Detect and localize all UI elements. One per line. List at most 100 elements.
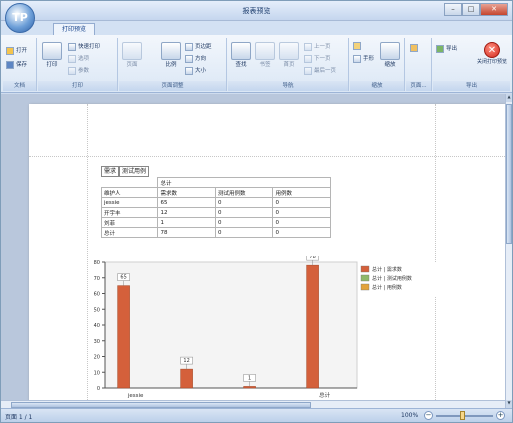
- scale-icon: [161, 42, 181, 60]
- y-tick-label: 60: [94, 292, 100, 298]
- next-page-button[interactable]: 下一页: [304, 54, 331, 63]
- first-page-button[interactable]: 首页: [279, 42, 299, 68]
- page-color-icon: [410, 44, 418, 52]
- report-header-cell-1: 需求: [101, 166, 120, 177]
- bar-chart: 0 10 20 30 40 50 60 70 80 65 jessie 12 1 78 总计 总计 | 需求数…: [94, 256, 439, 399]
- group-label-page-bg: 页面...: [406, 81, 431, 91]
- export-icon: [436, 44, 444, 53]
- minimize-button[interactable]: –: [444, 3, 462, 16]
- orientation-button[interactable]: 方向: [185, 54, 206, 63]
- scale-button[interactable]: 比例: [161, 42, 181, 68]
- save-icon: [6, 60, 14, 69]
- report-page: 需求 测试用例 总计 维护人 需求数 测试用例数 用例数 jessie 65 0: [29, 104, 505, 408]
- page-button[interactable]: 页面: [122, 42, 142, 68]
- first-page-icon: [279, 42, 299, 60]
- table-row: 刘菲 1 0 0: [100, 217, 331, 228]
- scroll-up-button[interactable]: ▲: [506, 94, 512, 102]
- prev-page-button[interactable]: 上一页: [304, 42, 331, 51]
- export-button[interactable]: 导出: [436, 44, 457, 53]
- zoom-slider-thumb[interactable]: [460, 411, 465, 420]
- zoom-in-button[interactable]: +: [496, 411, 505, 420]
- data-label: 65: [120, 275, 126, 281]
- group-label-page-setup: 页面调整: [119, 81, 226, 91]
- zoom-out-button[interactable]: −: [424, 411, 433, 420]
- zoom-icon: [380, 42, 400, 60]
- options-icon: [68, 54, 76, 63]
- bookmark-icon: [255, 42, 275, 60]
- ribbon-group-print: 打印 快速打印 选项 参数 打印: [38, 38, 118, 91]
- table-cell: 0: [272, 197, 331, 208]
- table-row: 总计 78 0 0: [100, 227, 331, 238]
- table-row: jessie 65 0 0: [100, 197, 331, 208]
- report-header-cell-2: 测试用例: [119, 166, 150, 177]
- y-tick-label: 80: [94, 260, 100, 266]
- params-button[interactable]: 参数: [68, 66, 89, 75]
- table-cell: 开宇丰: [100, 207, 159, 218]
- table-cell: 65: [157, 197, 216, 208]
- ribbon-group-page-setup: 页面 比例 页边距 方向 大小 页面调整: [119, 38, 227, 91]
- hand-tool-button[interactable]: 手形: [353, 54, 374, 63]
- ribbon-group-page-bg: 页面...: [406, 38, 432, 91]
- group-label-print: 打印: [38, 81, 117, 91]
- page-indicator: 页面 1 / 1: [5, 414, 33, 421]
- app-logo-button[interactable]: TP: [5, 3, 35, 33]
- close-window-button[interactable]: ✕: [480, 3, 508, 16]
- table-cell: 0: [272, 227, 331, 238]
- legend-label: 总计 | 用例数: [372, 284, 402, 291]
- bar: [180, 368, 193, 389]
- y-tick-label: 40: [94, 323, 100, 329]
- data-label: 78: [309, 256, 315, 260]
- pointer-tool-button[interactable]: [353, 42, 363, 50]
- table-cell: jessie: [100, 197, 159, 208]
- legend-swatch: [360, 274, 370, 282]
- zoom-button[interactable]: 缩放: [380, 42, 400, 68]
- horizontal-scrollbar[interactable]: [1, 400, 505, 408]
- report-table: 总计 维护人 需求数 测试用例数 用例数 jessie 65 0 0 开宇丰 1…: [100, 177, 331, 238]
- quick-print-button[interactable]: 快速打印: [68, 42, 100, 51]
- window-title: 报表预览: [242, 7, 271, 15]
- options-button[interactable]: 选项: [68, 54, 89, 63]
- zoom-level: 100%: [401, 412, 419, 419]
- preview-workspace[interactable]: 需求 测试用例 总计 维护人 需求数 测试用例数 用例数 jessie 65 0: [1, 94, 505, 408]
- tab-print-preview[interactable]: 打印预览: [53, 23, 96, 35]
- margins-button[interactable]: 页边距: [185, 42, 212, 51]
- print-icon: [42, 42, 62, 60]
- open-button[interactable]: 打开: [6, 46, 27, 55]
- ribbon-group-file: 打开 保存 文档: [3, 38, 37, 91]
- window-controls: – □ ✕: [444, 3, 508, 16]
- vertical-scroll-thumb[interactable]: [506, 104, 512, 244]
- x-tick-label: jessie: [127, 393, 144, 399]
- y-tick-label: 10: [94, 370, 100, 376]
- print-button[interactable]: 打印: [41, 42, 63, 68]
- table-cell: 12: [157, 207, 216, 218]
- group-label-export: 导出: [433, 81, 510, 91]
- column-header: 维护人: [100, 187, 159, 198]
- page-color-button[interactable]: [410, 44, 420, 52]
- table-cell: 1: [157, 217, 216, 228]
- y-tick-label: 0: [97, 386, 100, 392]
- size-icon: [185, 66, 193, 75]
- scroll-down-button[interactable]: ▼: [506, 400, 512, 408]
- page-icon: [122, 42, 142, 60]
- bookmark-button[interactable]: 书签: [255, 42, 275, 68]
- last-page-button[interactable]: 最后一页: [304, 66, 336, 75]
- group-label-zoom: 缩放: [350, 81, 404, 91]
- table-cell: 0: [214, 207, 274, 218]
- ribbon: 打开 保存 文档 打印 快速打印 选项 参数 打印 页面 比例 页边距 方向 大…: [1, 35, 512, 93]
- ribbon-group-zoom: 手形 缩放 缩放: [350, 38, 405, 91]
- save-button[interactable]: 保存: [6, 60, 27, 69]
- legend-swatch: [360, 265, 370, 273]
- table-cell: 0: [272, 217, 331, 228]
- legend-label: 总计 | 测试用例数: [372, 275, 412, 282]
- size-button[interactable]: 大小: [185, 66, 206, 75]
- table-cell: 0: [272, 207, 331, 218]
- ribbon-group-export: 导出 ✕ 关闭打印预览 导出: [433, 38, 510, 91]
- vertical-scrollbar[interactable]: ▲ ▼: [505, 94, 512, 408]
- x-tick-label: 总计: [319, 391, 331, 399]
- column-header: 测试用例数: [214, 187, 274, 198]
- find-button[interactable]: 查找: [231, 42, 251, 68]
- maximize-button[interactable]: □: [462, 3, 480, 16]
- orientation-icon: [185, 54, 193, 63]
- close-preview-button[interactable]: ✕ 关闭打印预览: [477, 42, 507, 65]
- table-group-header: 总计: [157, 177, 331, 188]
